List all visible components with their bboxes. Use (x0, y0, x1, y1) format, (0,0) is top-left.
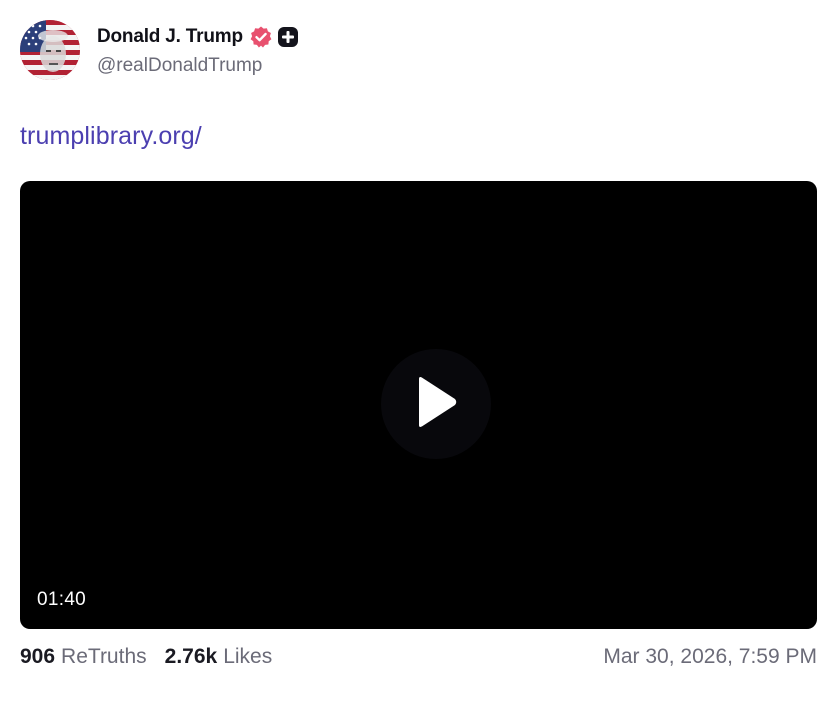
post-stats: 906 ReTruths 2.76k Likes (20, 645, 290, 669)
author-display-name[interactable]: Donald J. Trump (97, 26, 243, 48)
likes-label: Likes (223, 645, 273, 668)
retruths-count: 906 (20, 645, 56, 668)
post-header: Donald J. Trump @realDonaldTrump (20, 20, 299, 80)
likes-count: 2.76k (164, 645, 218, 668)
video-duration: 01:40 (37, 589, 87, 610)
post-timestamp[interactable]: Mar 30, 2026, 7:59 PM (603, 645, 817, 669)
retruths-stat[interactable]: 906 ReTruths (20, 645, 147, 669)
likes-stat[interactable]: 2.76k Likes (165, 645, 273, 669)
name-row: Donald J. Trump (97, 23, 299, 51)
verified-badge-icon (249, 25, 273, 49)
video-player[interactable]: 01:40 (20, 181, 817, 629)
author-names: Donald J. Trump @realDonaldTrump (97, 23, 299, 77)
plus-icon (277, 26, 299, 48)
truth-post: Donald J. Trump @realDonaldTrump trumpli… (0, 0, 840, 704)
play-button[interactable] (381, 349, 491, 459)
play-icon (413, 375, 459, 434)
retruths-label: ReTruths (61, 645, 147, 668)
author-handle[interactable]: @realDonaldTrump (97, 55, 299, 77)
avatar[interactable] (20, 20, 80, 80)
post-link[interactable]: trumplibrary.org/ (20, 122, 202, 151)
